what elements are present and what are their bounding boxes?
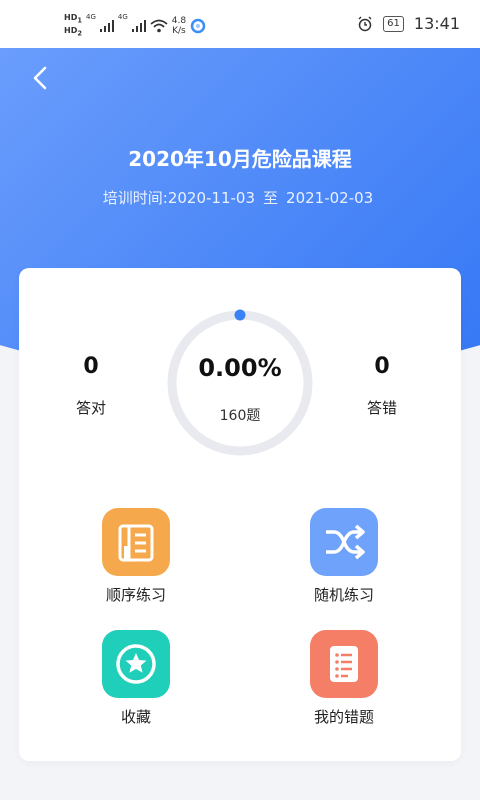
- hd-indicators: HD1 HD2: [64, 13, 82, 38]
- my-mistakes-tile[interactable]: [310, 630, 378, 698]
- hd2-label: HD: [64, 25, 78, 35]
- signal-icon: [99, 19, 114, 32]
- my-mistakes-label: 我的错题: [313, 708, 374, 726]
- network-speed: 4.8 K/s: [171, 15, 187, 36]
- wrong-count: 0: [374, 354, 390, 379]
- sequential-practice-label: 顺序练习: [105, 586, 166, 604]
- wrong-stat: 0 答错: [342, 354, 422, 418]
- status-bar: HD1 HD2 4G 4G 4.8 K/s 61 13:41: [0, 0, 480, 48]
- random-practice-tile[interactable]: [310, 508, 378, 576]
- training-period: 培训时间:2020-11-03 至 2021-02-03: [0, 187, 480, 208]
- favorites-tile[interactable]: [102, 630, 170, 698]
- progress-ring-text: 0.00% 160题: [165, 308, 315, 458]
- progress-percent: 0.00%: [198, 354, 282, 382]
- random-practice-button[interactable]: 随机练习: [284, 508, 404, 605]
- sequential-practice-button[interactable]: 顺序练习: [76, 508, 196, 605]
- total-questions: 160题: [219, 408, 261, 424]
- correct-stat: 0 答对: [51, 354, 131, 418]
- sequential-practice-tile[interactable]: [102, 508, 170, 576]
- ordered-list-icon: [118, 524, 154, 562]
- net2-label: 4G: [117, 13, 128, 21]
- alarm-icon: [358, 16, 372, 31]
- hd1-label: HD: [64, 13, 78, 22]
- error-list-icon: [330, 646, 358, 682]
- star-icon: [116, 644, 156, 684]
- app-notification-icon: [190, 18, 206, 33]
- favorites-label: 收藏: [120, 708, 151, 726]
- battery-indicator: 61: [383, 15, 404, 32]
- date-separator: 至: [263, 189, 279, 207]
- wrong-label: 答错: [366, 399, 397, 417]
- net1-label: 4G: [85, 13, 96, 21]
- start-date: 2020-11-03: [167, 189, 256, 207]
- correct-label: 答对: [75, 399, 106, 417]
- favorites-button[interactable]: 收藏: [76, 630, 196, 727]
- status-left: HD1 HD2 4G 4G 4.8 K/s: [64, 13, 206, 38]
- my-mistakes-button[interactable]: 我的错题: [284, 630, 404, 727]
- back-arrow-icon[interactable]: [26, 62, 56, 94]
- clock: 13:41: [413, 14, 460, 33]
- random-practice-label: 随机练习: [313, 586, 374, 604]
- shuffle-icon: [326, 524, 365, 560]
- practice-card: 0 答对 0.00% 160题 0 答错 顺序练习 随机练习 收藏 我的错题: [19, 268, 461, 761]
- correct-count: 0: [83, 354, 99, 379]
- status-right: 61 13:41: [357, 14, 460, 33]
- page-title: 2020年10月危险品课程: [128, 147, 352, 171]
- wifi-icon: [150, 19, 168, 32]
- end-date: 2021-02-03: [286, 189, 374, 207]
- signal-icon: [131, 19, 146, 32]
- training-period-label: 培训时间:: [102, 189, 168, 207]
